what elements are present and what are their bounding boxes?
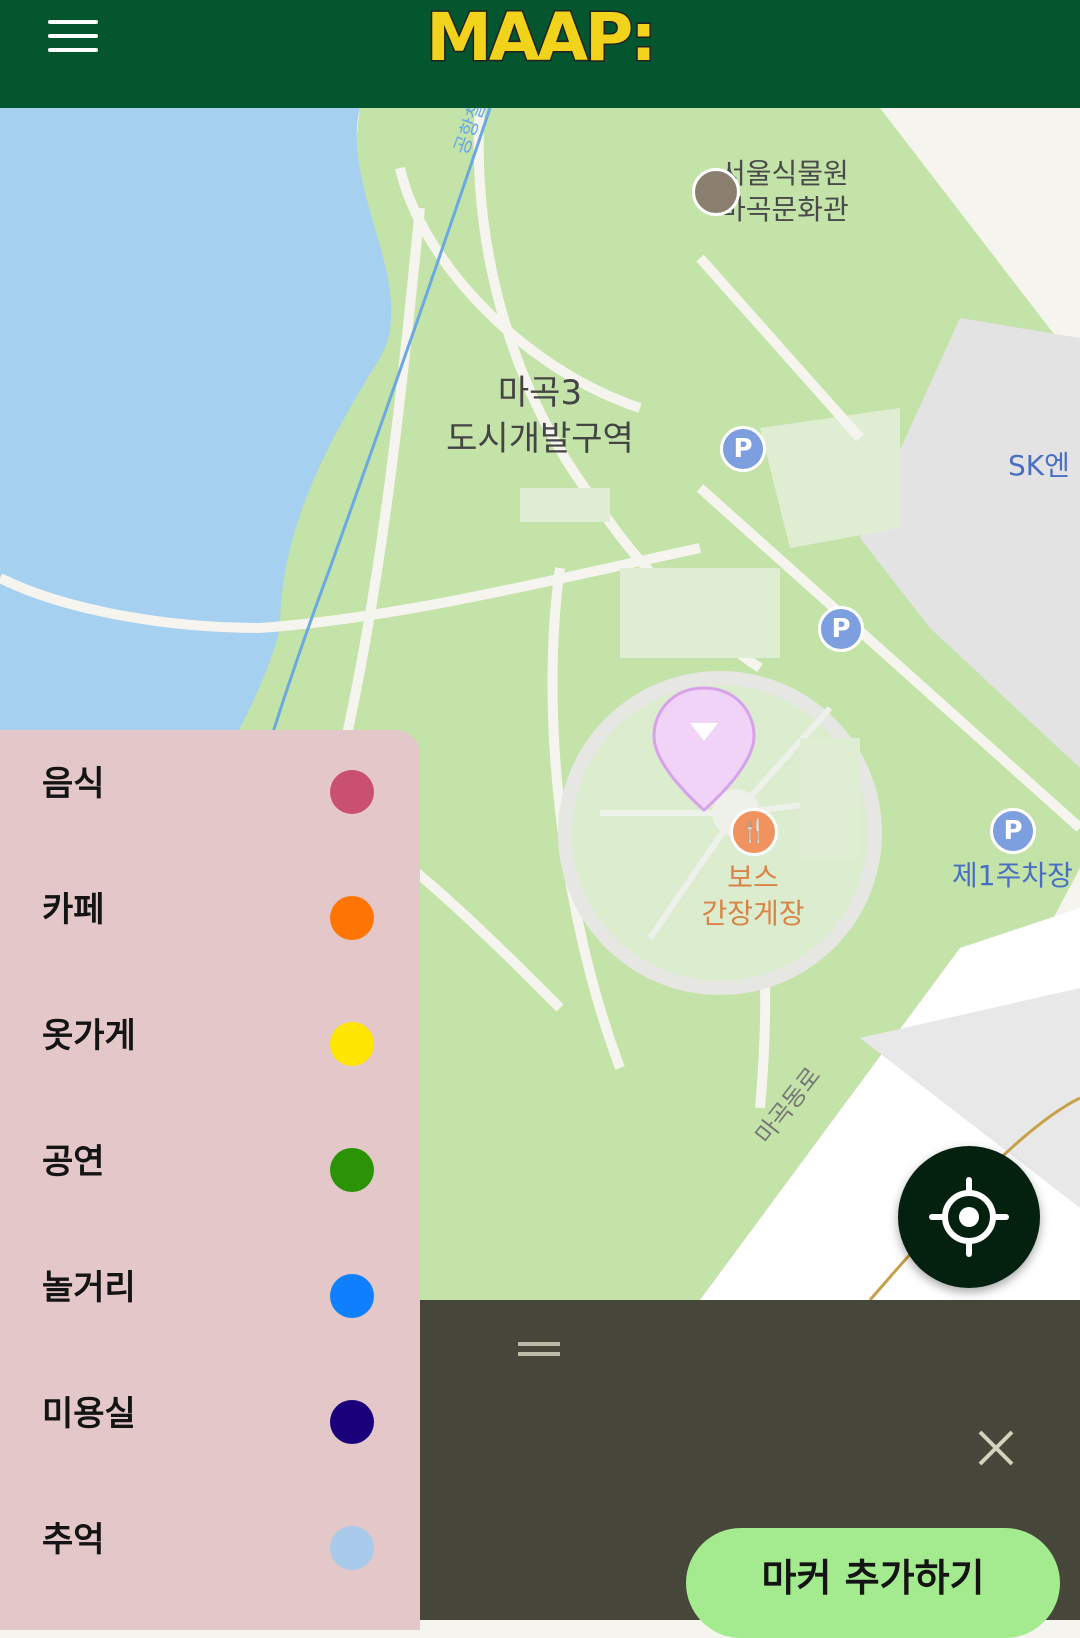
category-panel: 음식 카페 옷가게 공연 놀거리 미용실 추억	[0, 730, 420, 1630]
category-color-dot	[330, 1022, 374, 1066]
close-button[interactable]	[976, 1428, 1016, 1468]
district-label: 마곡3 도시개발구역	[446, 373, 634, 459]
close-icon	[978, 1430, 1014, 1466]
category-color-dot	[330, 1400, 374, 1444]
parking-icon[interactable]: P	[818, 606, 864, 652]
restaurant-icon[interactable]: 🍴	[730, 808, 778, 856]
category-item-salon[interactable]: 미용실	[0, 1360, 420, 1460]
add-marker-button[interactable]: 마커 추가하기	[686, 1528, 1060, 1638]
category-color-dot	[330, 1526, 374, 1570]
drag-handle-icon[interactable]	[518, 1340, 560, 1358]
crosshair-location-icon	[929, 1177, 1009, 1257]
parking-icon[interactable]: P	[720, 426, 766, 472]
handle-line	[518, 1342, 560, 1346]
category-label: 추억	[42, 1520, 105, 1560]
parking-icon[interactable]: P	[990, 808, 1036, 854]
category-label: 옷가게	[42, 1016, 136, 1056]
parking-lot-label: 제1주차장	[952, 859, 1073, 892]
category-color-dot	[330, 1148, 374, 1192]
locate-button[interactable]	[898, 1146, 1040, 1288]
category-color-dot	[330, 770, 374, 814]
category-item-cafe[interactable]: 카페	[0, 856, 420, 956]
category-item-memory[interactable]: 추억	[0, 1486, 420, 1586]
museum-icon[interactable]	[692, 168, 740, 216]
building-label: SK엔	[1008, 449, 1070, 482]
app-logo: MAAP:	[425, 0, 659, 76]
handle-line	[518, 1352, 560, 1356]
category-item-entertainment[interactable]: 놀거리	[0, 1234, 420, 1334]
category-item-performance[interactable]: 공연	[0, 1108, 420, 1208]
bottom-sheet[interactable]: 마커 추가하기	[420, 1300, 1080, 1638]
category-label: 음식	[42, 764, 105, 804]
category-label: 미용실	[42, 1394, 136, 1434]
category-label: 카페	[42, 890, 105, 930]
restaurant-label: 보스 간장게장	[701, 861, 805, 930]
category-color-dot	[330, 896, 374, 940]
category-item-clothing[interactable]: 옷가게	[0, 982, 420, 1082]
category-item-food[interactable]: 음식	[0, 730, 420, 830]
category-label: 공연	[42, 1142, 105, 1182]
category-label: 놀거리	[42, 1268, 136, 1308]
category-color-dot	[330, 1274, 374, 1318]
app-header: MAAP:	[0, 0, 1080, 108]
